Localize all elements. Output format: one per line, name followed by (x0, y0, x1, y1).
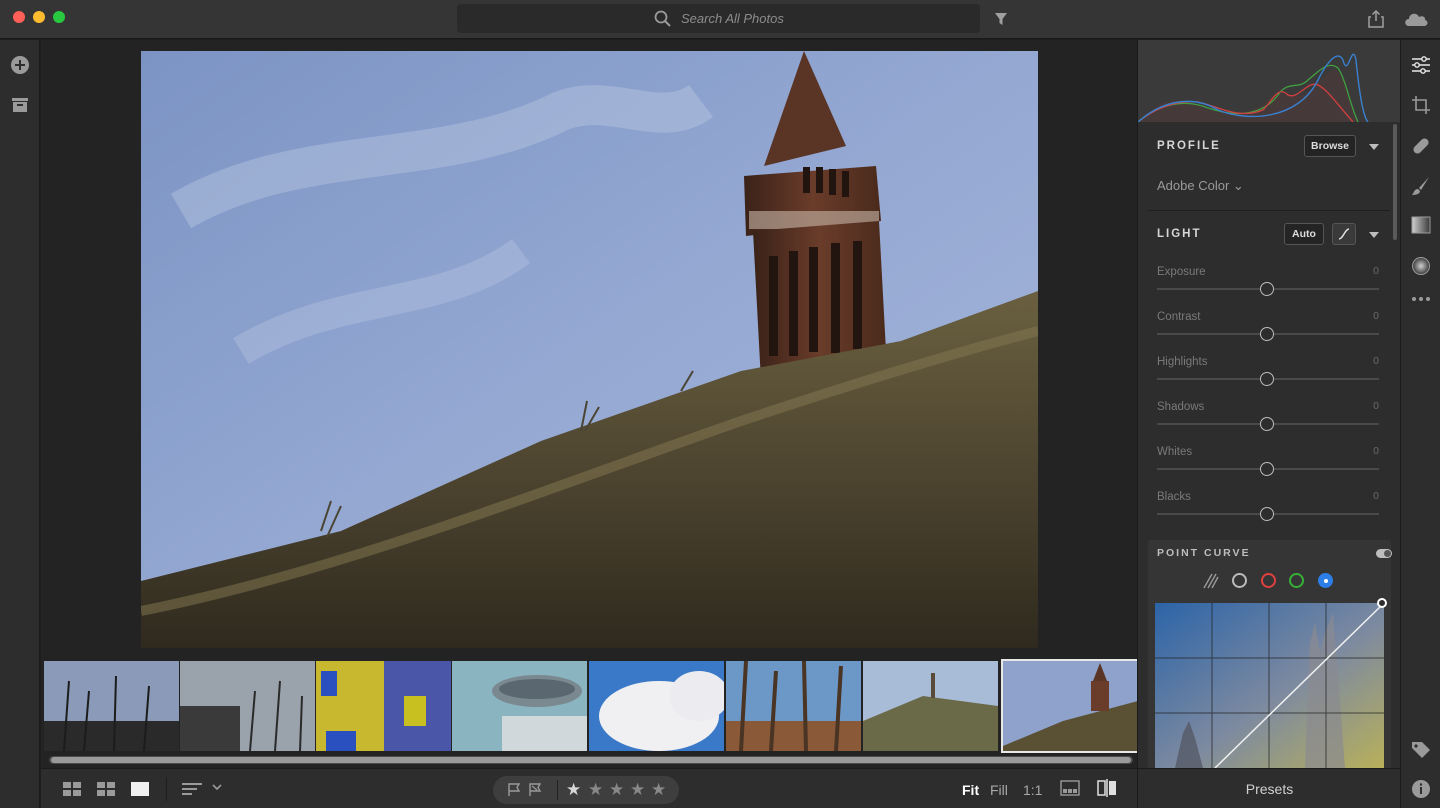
healing-icon[interactable] (1411, 136, 1431, 156)
flag-reject-icon[interactable] (528, 783, 542, 797)
chevron-down-icon[interactable] (212, 784, 222, 791)
more-icon[interactable] (1411, 296, 1431, 302)
whites-value: 0 (1373, 445, 1379, 457)
light-collapse-icon[interactable] (1369, 232, 1379, 238)
point-curve-toggle[interactable] (1376, 549, 1392, 558)
keyword-icon[interactable] (1411, 741, 1431, 759)
curve-channel-red[interactable] (1261, 573, 1276, 588)
rating-divider (557, 780, 558, 800)
share-icon[interactable] (1367, 10, 1385, 28)
section-divider (1148, 210, 1390, 211)
filter-icon[interactable] (994, 12, 1008, 26)
browse-profiles-button[interactable]: Browse (1304, 135, 1356, 157)
flag-pick-icon[interactable] (507, 783, 521, 797)
zoom-window-button[interactable] (53, 11, 65, 23)
star-rating-2[interactable]: ★ (588, 780, 603, 800)
histogram (1137, 40, 1401, 123)
highlights-value: 0 (1373, 355, 1379, 367)
whites-label: Whites (1157, 446, 1193, 458)
filmstrip-thumbnail[interactable] (180, 661, 315, 751)
filmstrip-thumbnail[interactable] (452, 661, 587, 751)
highlights-slider-handle[interactable] (1260, 372, 1274, 386)
filmstrip (41, 659, 1140, 768)
close-window-button[interactable] (13, 11, 25, 23)
bottom-toolbar: ★ ★ ★ ★ ★ Fit Fill 1:1 (41, 768, 1137, 808)
curve-icon (1338, 228, 1350, 240)
add-photos-icon[interactable] (10, 55, 30, 75)
star-rating-3[interactable]: ★ (609, 780, 624, 800)
filmstrip-thumbnail[interactable] (589, 661, 724, 751)
light-section-title: LIGHT (1157, 228, 1202, 240)
tone-curve-button[interactable] (1332, 223, 1356, 245)
edit-panel: PROFILE Browse Adobe Color ⌄ LIGHT Auto … (1137, 40, 1401, 808)
search-icon (654, 10, 671, 27)
toolbar-divider (166, 777, 167, 801)
presets-button[interactable]: Presets (1138, 768, 1401, 808)
exposure-label: Exposure (1157, 266, 1206, 278)
zoom-fill-button[interactable]: Fill (990, 782, 1008, 798)
radial-gradient-icon[interactable] (1411, 256, 1431, 276)
flag-rating-control: ★ ★ ★ ★ ★ (493, 776, 679, 804)
profile-section-title: PROFILE (1157, 140, 1221, 152)
exposure-slider-handle[interactable] (1260, 282, 1274, 296)
sort-icon[interactable] (181, 781, 203, 797)
edit-icon[interactable] (1411, 56, 1431, 74)
curve-point-handle[interactable] (1377, 598, 1387, 608)
highlights-label: Highlights (1157, 356, 1208, 368)
blacks-label: Blacks (1157, 491, 1191, 503)
contrast-value: 0 (1373, 310, 1379, 322)
profile-value: Adobe Color (1157, 178, 1230, 193)
shadows-value: 0 (1373, 400, 1379, 412)
photo-grid-view-icon[interactable] (96, 781, 116, 797)
filmstrip-scrollbar[interactable] (49, 756, 1133, 764)
search-placeholder: Search All Photos (681, 11, 784, 26)
info-icon[interactable] (1411, 779, 1431, 799)
crop-icon[interactable] (1411, 95, 1431, 115)
zoom-fit-button[interactable]: Fit (962, 782, 979, 798)
blacks-value: 0 (1373, 490, 1379, 502)
square-grid-view-icon[interactable] (62, 781, 82, 797)
library-icon[interactable] (10, 96, 30, 114)
title-bar: Search All Photos (0, 0, 1440, 39)
filmstrip-thumbnail[interactable] (863, 661, 998, 751)
curve-channel-rgb[interactable] (1232, 573, 1247, 588)
minimize-window-button[interactable] (33, 11, 45, 23)
panel-scrollbar[interactable] (1393, 124, 1397, 240)
star-rating-5[interactable]: ★ (651, 780, 666, 800)
left-rail (0, 40, 40, 808)
shadows-label: Shadows (1157, 401, 1205, 413)
filmstrip-thumbnail[interactable] (316, 661, 451, 751)
zoom-1to1-button[interactable]: 1:1 (1023, 782, 1042, 798)
filmstrip-scrollbar-thumb[interactable] (51, 757, 1131, 763)
point-curve-graph[interactable] (1155, 603, 1384, 768)
before-after-icon[interactable] (1097, 779, 1117, 797)
exposure-value: 0 (1373, 265, 1379, 277)
detail-view-icon[interactable] (130, 781, 150, 797)
parametric-curve-icon[interactable] (1202, 572, 1220, 590)
profile-dropdown[interactable]: Adobe Color ⌄ (1157, 178, 1244, 194)
shadows-slider-handle[interactable] (1260, 417, 1274, 431)
curve-channel-green[interactable] (1289, 573, 1304, 588)
contrast-label: Contrast (1157, 311, 1201, 323)
auto-button[interactable]: Auto (1284, 223, 1324, 245)
star-rating-1[interactable]: ★ (566, 780, 581, 800)
main-photo[interactable] (141, 51, 1038, 648)
filmstrip-thumbnail-selected[interactable] (1001, 659, 1140, 753)
linear-gradient-icon[interactable] (1411, 216, 1431, 234)
whites-slider-handle[interactable] (1260, 462, 1274, 476)
tool-rail (1400, 40, 1440, 808)
profile-collapse-icon[interactable] (1369, 144, 1379, 150)
cloud-icon[interactable] (1403, 11, 1429, 27)
filmstrip-thumbnail[interactable] (726, 661, 861, 751)
filmstrip-toggle-icon[interactable] (1060, 780, 1080, 796)
star-rating-4[interactable]: ★ (630, 780, 645, 800)
point-curve-title: POINT CURVE (1157, 547, 1251, 559)
filmstrip-thumbnail[interactable] (44, 661, 179, 751)
contrast-slider-handle[interactable] (1260, 327, 1274, 341)
brush-icon[interactable] (1411, 176, 1431, 196)
blacks-slider-handle[interactable] (1260, 507, 1274, 521)
search-input[interactable]: Search All Photos (457, 4, 980, 33)
curve-channel-blue[interactable] (1318, 573, 1333, 588)
photo-viewer (41, 40, 1137, 660)
